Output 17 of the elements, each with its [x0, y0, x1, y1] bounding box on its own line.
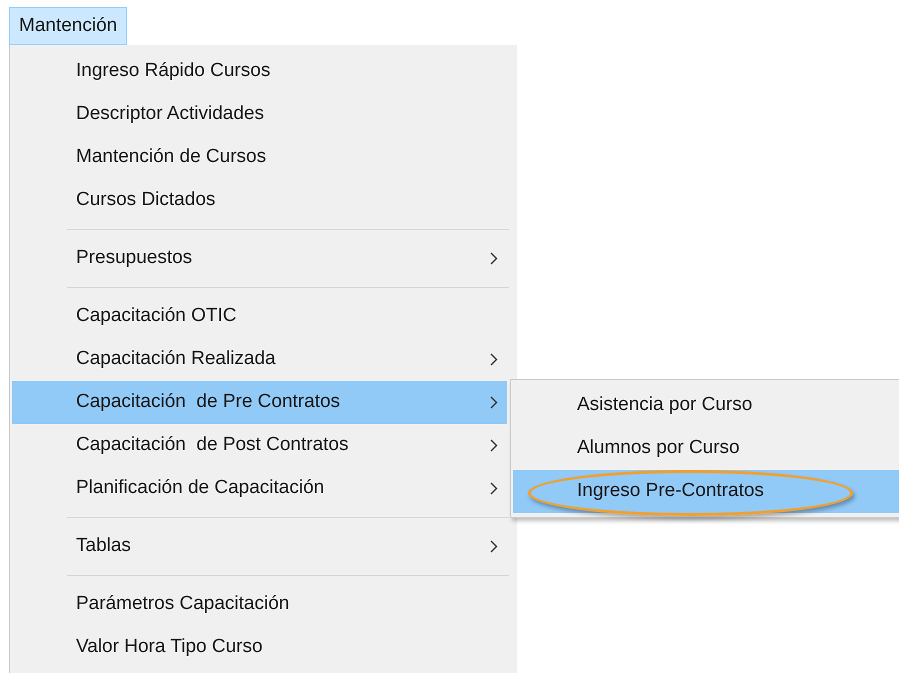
menu-bar-item[interactable]: Mantención — [9, 7, 128, 45]
menu-item[interactable]: Presupuestos — [12, 237, 507, 280]
menu-item[interactable]: Capacitación de Post Contratos — [12, 424, 507, 467]
submenu-item[interactable]: Asistencia por Curso — [513, 384, 899, 427]
menu-item[interactable]: Descriptor Actividades — [12, 93, 507, 136]
menu-item[interactable]: Capacitación OTIC — [12, 295, 507, 338]
menu-item[interactable]: Parámetros Capacitación — [12, 583, 507, 626]
menu-item[interactable]: Capacitación de Pre Contratos — [12, 381, 507, 424]
menu-item[interactable]: Cursos Dictados — [12, 179, 507, 222]
menu-item[interactable]: Mantención de Cursos — [12, 136, 507, 179]
menu-item[interactable]: Valor Hora Tipo Curso — [12, 626, 507, 669]
menu-item[interactable]: Ingreso Rápido Cursos — [12, 50, 507, 93]
submenu-item[interactable]: Alumnos por Curso — [513, 427, 899, 470]
menu-item[interactable]: Planificación de Capacitación — [12, 467, 507, 510]
menu-item[interactable]: Tablas — [12, 525, 507, 568]
menu-item[interactable]: Capacitación Realizada — [12, 338, 507, 381]
submenu-item[interactable]: Ingreso Pre-Contratos — [513, 470, 899, 513]
